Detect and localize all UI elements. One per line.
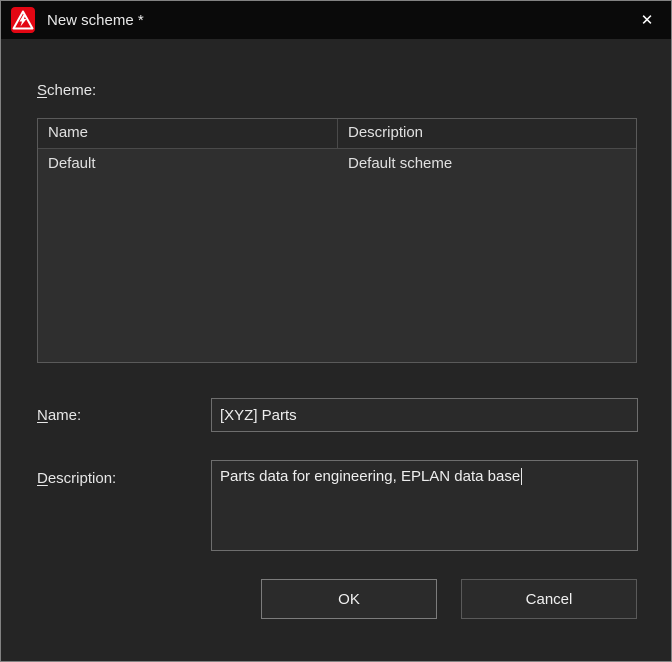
name-input[interactable] <box>211 398 638 432</box>
description-label: Description: <box>37 470 116 487</box>
description-text: Parts data for engineering, EPLAN data b… <box>220 468 520 485</box>
ok-button[interactable]: OK <box>261 579 437 619</box>
row-description-cell[interactable]: Default scheme <box>338 149 636 179</box>
column-header-name[interactable]: Name <box>38 119 338 148</box>
row-name-cell[interactable]: Default <box>38 149 338 179</box>
name-label: Name: <box>37 407 81 424</box>
table-row[interactable]: Default Default scheme <box>38 149 636 179</box>
close-icon[interactable]: ✕ <box>631 4 663 36</box>
titlebar[interactable]: New scheme * ✕ <box>1 1 671 39</box>
window-title: New scheme * <box>47 12 144 29</box>
scheme-table-header: Name Description <box>38 119 636 149</box>
scheme-table[interactable]: Name Description Default Default scheme <box>37 118 637 363</box>
column-header-description[interactable]: Description <box>338 119 636 148</box>
text-caret <box>521 468 522 485</box>
eplan-logo-icon <box>11 7 35 33</box>
cancel-button[interactable]: Cancel <box>461 579 637 619</box>
description-textarea[interactable]: Parts data for engineering, EPLAN data b… <box>211 460 638 551</box>
scheme-label: Scheme: <box>37 82 96 99</box>
new-scheme-dialog: New scheme * ✕ Scheme: Name Description … <box>0 0 672 662</box>
